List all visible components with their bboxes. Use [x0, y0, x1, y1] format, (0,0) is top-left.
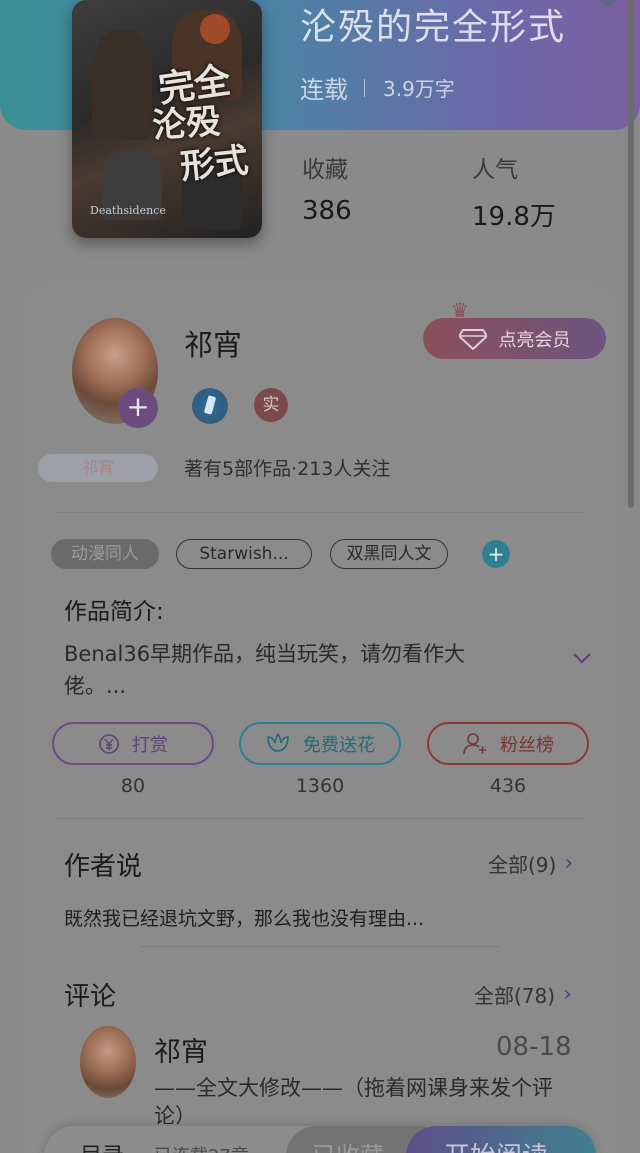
catalog-info[interactable]: 已连载27章 [154, 1142, 249, 1153]
cover-subtitle: Deathsidence [90, 204, 166, 217]
favorited-button[interactable]: 已收藏 [286, 1126, 426, 1153]
stat-label: 收藏 [302, 157, 348, 183]
vip-button[interactable]: 点亮会员 [423, 318, 606, 359]
vip-button-label: 点亮会员 [498, 329, 571, 351]
chevron-right-icon: › [563, 982, 572, 1007]
author-name[interactable]: 祁宵 [184, 322, 242, 364]
send-flower-button[interactable]: 免费送花 [239, 722, 401, 765]
serial-status: 连载 [300, 76, 348, 104]
fan-ranking-button[interactable]: 粉丝榜 [427, 722, 589, 765]
stat-value: 19.8万 [472, 202, 556, 232]
comment-text[interactable]: ——全文大修改——（拖着网课身来发个评论） [154, 1074, 574, 1124]
stat-label: 人气 [472, 157, 518, 183]
flower-count: 1360 [295, 775, 345, 797]
comments-all-link[interactable]: 全部(78) › [474, 980, 572, 1009]
book-title: 沦殁的完全形式 [300, 7, 567, 48]
fan-name-chip: 祁宵 [38, 454, 158, 482]
divider [140, 946, 500, 947]
tip-button[interactable]: 打赏 [52, 722, 214, 765]
intro-text: Benal36早期作品，纯当玩笑，请勿看作大佬。... [64, 642, 466, 698]
start-reading-button[interactable]: 开始阅读 [406, 1126, 596, 1153]
stat-value: 386 [302, 196, 352, 226]
chevron-down-icon[interactable] [572, 648, 592, 668]
chevron-right-icon: › [564, 851, 574, 876]
send-flower-label: 免费送花 [303, 734, 375, 756]
author-says-heading: 作者说 [64, 852, 143, 882]
fan-count: 436 [489, 775, 527, 797]
tag-item[interactable]: 动漫同人 [51, 539, 159, 569]
scrollbar[interactable] [628, 0, 634, 508]
tip-label: 打赏 [132, 734, 168, 756]
author-says-text[interactable]: 既然我已经退坑文野，那么我也没有理由... [64, 904, 424, 931]
book-status-row: 连载 3.9万字 [300, 70, 455, 105]
fan-ranking-label: 粉丝榜 [500, 734, 554, 756]
flower-icon [267, 732, 289, 752]
yen-icon [99, 733, 119, 754]
real-name-badge[interactable]: 实 [254, 388, 288, 422]
stat-popularity: 人气 19.8万 [472, 150, 556, 233]
comment-date: 08-18 [496, 1032, 572, 1062]
add-tag-icon[interactable]: + [482, 540, 510, 568]
divider [364, 78, 365, 97]
stat-favorites: 收藏 386 [302, 150, 352, 226]
follow-plus-icon[interactable]: + [118, 388, 158, 428]
tip-count: 80 [120, 775, 146, 797]
phone-badge-icon[interactable] [192, 388, 228, 424]
commenter-avatar[interactable] [80, 1026, 136, 1098]
word-count: 3.9万字 [383, 77, 455, 101]
tag-item[interactable]: Starwish... [176, 539, 312, 569]
cover-title-part: 形式 [178, 140, 251, 188]
fans-icon [463, 732, 486, 754]
intro-heading: 作品简介: [64, 599, 164, 625]
divider [56, 818, 584, 819]
all-label: 全部(78) [474, 984, 556, 1008]
comments-heading: 评论 [64, 982, 117, 1012]
divider [56, 512, 584, 513]
catalog-label[interactable]: 目录 [80, 1138, 124, 1153]
author-meta: 著有5部作品·213人关注 [184, 458, 391, 480]
diamond-icon [458, 328, 487, 350]
commenter-name[interactable]: 祁宵 [154, 1030, 208, 1069]
tag-item[interactable]: 双黑同人文 [330, 539, 448, 569]
all-label: 全部(9) [488, 853, 557, 877]
book-cover[interactable]: 完全 沦殁 形式 Deathsidence [72, 0, 262, 238]
author-says-all-link[interactable]: 全部(9) › [488, 849, 573, 878]
